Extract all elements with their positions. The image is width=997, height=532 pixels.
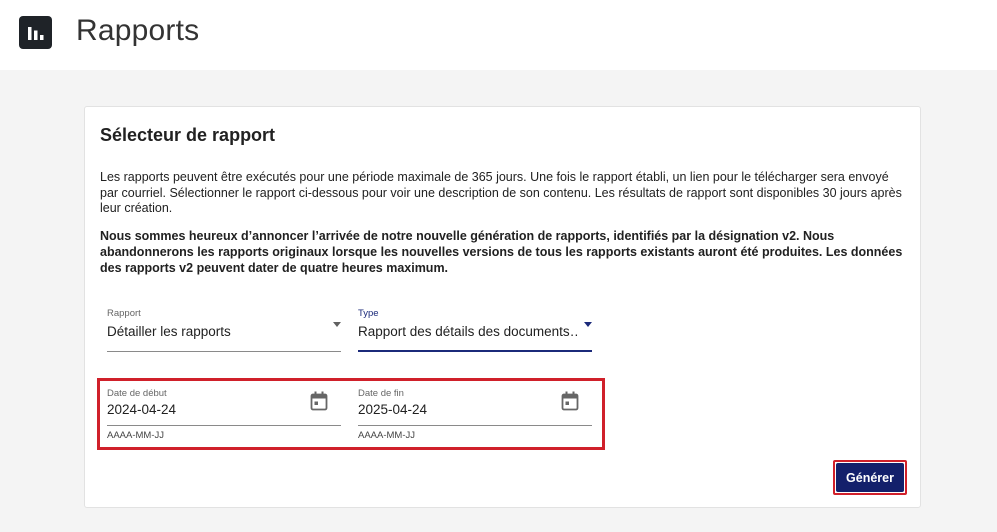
calendar-icon[interactable] <box>561 391 579 416</box>
report-description: Les rapports peuvent être exécutés pour … <box>100 170 902 215</box>
end-date-format-hint: AAAA-MM-JJ <box>358 430 415 441</box>
v2-announcement: Nous sommes heureux d’annoncer l’arrivée… <box>100 229 903 275</box>
end-date-field[interactable]: Date de fin 2025-04-24 AAAA-MM-JJ <box>358 388 593 444</box>
generate-button-highlight: Générer <box>833 460 907 495</box>
start-date-field[interactable]: Date de début 2024-04-24 AAAA-MM-JJ <box>107 388 342 444</box>
end-date-input[interactable]: 2025-04-24 <box>358 402 427 417</box>
start-date-label: Date de début <box>107 388 167 399</box>
start-date-underline <box>107 425 341 426</box>
bar-chart-icon <box>19 16 52 49</box>
type-select[interactable]: Type Rapport des détails des documents… <box>351 308 601 352</box>
chevron-down-icon[interactable] <box>333 322 341 327</box>
report-select-label: Rapport <box>107 308 141 319</box>
card-title: Sélecteur de rapport <box>100 125 276 145</box>
page-title: Rapports <box>76 14 200 47</box>
end-date-underline <box>358 425 592 426</box>
start-date-format-hint: AAAA-MM-JJ <box>107 430 164 441</box>
report-select[interactable]: Rapport Détailler les rapports <box>100 308 350 352</box>
report-selector-card: Sélecteur de rapport Les rapports peuven… <box>84 106 921 508</box>
app-header: Rapports <box>0 0 997 70</box>
start-date-input[interactable]: 2024-04-24 <box>107 402 176 417</box>
report-select-value: Détailler les rapports <box>107 324 231 339</box>
chevron-down-icon[interactable] <box>584 322 592 327</box>
generate-button[interactable]: Générer <box>836 463 904 492</box>
calendar-icon[interactable] <box>310 391 328 416</box>
type-select-value: Rapport des détails des documents… <box>358 324 580 339</box>
type-select-underline <box>358 350 592 352</box>
end-date-label: Date de fin <box>358 388 404 399</box>
report-select-underline <box>107 351 341 352</box>
date-range-highlight: Date de début 2024-04-24 AAAA-MM-JJ Date… <box>97 378 605 450</box>
type-select-label: Type <box>358 308 379 319</box>
